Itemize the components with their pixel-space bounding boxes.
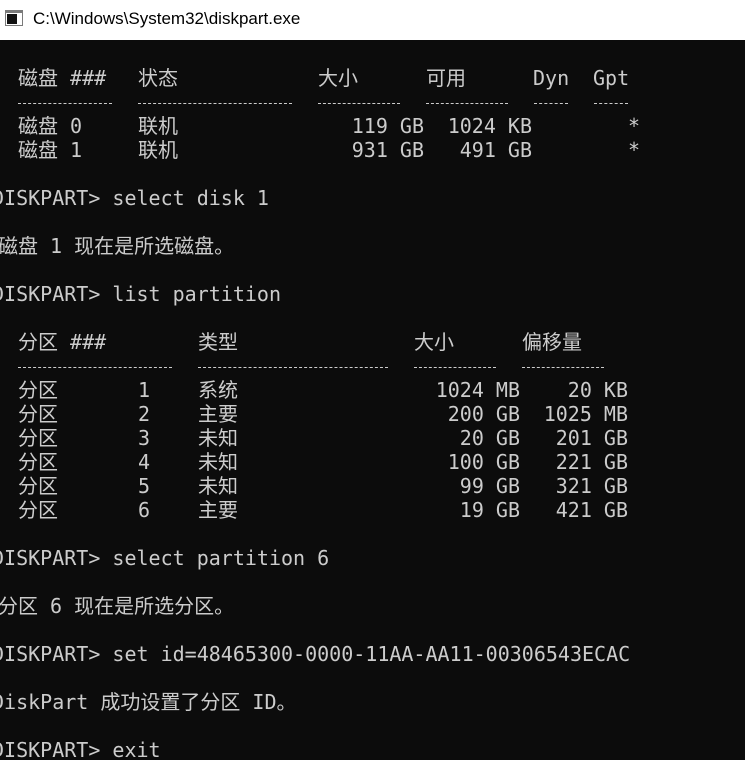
divider xyxy=(426,103,508,104)
diskpart-console-window: C:\Windows\System32\diskpart.exe 磁盘 ### … xyxy=(0,0,745,760)
message-disk-selected: 磁盘 1 现在是所选磁盘。 xyxy=(0,234,235,258)
divider xyxy=(594,103,628,104)
disk-free: 491 GB xyxy=(459,138,532,162)
disk-header-free: 可用 xyxy=(426,66,466,90)
partition-offset: 1025 MB xyxy=(543,402,628,426)
disk-table-divider xyxy=(0,88,745,112)
disk-gpt: * xyxy=(628,114,641,138)
partition-table-header: 分区 ### 类型 大小 偏移量 xyxy=(0,330,745,354)
disk-gpt: * xyxy=(628,138,641,162)
partition-label: 分区 xyxy=(18,498,58,522)
partition-offset: 201 GB xyxy=(555,426,628,450)
partition-label: 分区 xyxy=(18,426,58,450)
window-title: C:\Windows\System32\diskpart.exe xyxy=(33,9,301,28)
divider xyxy=(414,367,496,368)
partition-row: 分区 1 系统 1024 MB 20 KB xyxy=(0,378,745,402)
partition-size: 20 GB xyxy=(459,426,520,450)
partition-type: 未知 xyxy=(198,426,238,450)
partition-label: 分区 xyxy=(18,378,58,402)
partition-header-offset: 偏移量 xyxy=(522,330,582,354)
command-line-list-partition: DISKPART> list partition xyxy=(0,282,281,306)
divider xyxy=(138,103,292,104)
divider xyxy=(318,103,400,104)
disk-status: 联机 xyxy=(138,138,178,162)
partition-size: 19 GB xyxy=(459,498,520,522)
disk-header-name: 磁盘 ### xyxy=(18,66,107,90)
command-line-select-disk: DISKPART> select disk 1 xyxy=(0,186,269,210)
partition-type: 主要 xyxy=(198,498,238,522)
partition-type: 主要 xyxy=(198,402,238,426)
partition-table-divider xyxy=(0,352,745,376)
disk-free: 1024 KB xyxy=(447,114,532,138)
message-partition-selected: 分区 6 现在是所选分区。 xyxy=(0,594,235,618)
partition-row: 分区 4 未知 100 GB 221 GB xyxy=(0,450,745,474)
partition-size: 200 GB xyxy=(447,402,520,426)
divider xyxy=(18,103,112,104)
divider xyxy=(18,367,172,368)
partition-number: 1 xyxy=(138,378,151,402)
partition-number: 3 xyxy=(138,426,151,450)
partition-number: 6 xyxy=(138,498,151,522)
partition-type: 未知 xyxy=(198,450,238,474)
disk-size: 119 GB xyxy=(351,114,424,138)
disk-table-header: 磁盘 ### 状态 大小 可用 Dyn Gpt xyxy=(0,66,629,90)
partition-offset: 20 KB xyxy=(567,378,628,402)
console-output[interactable]: 磁盘 ### 状态 大小 可用 Dyn Gpt 磁盘 0 联机 119 GB 1… xyxy=(0,40,745,760)
disk-size: 931 GB xyxy=(351,138,424,162)
title-bar[interactable]: C:\Windows\System32\diskpart.exe xyxy=(0,0,745,40)
partition-offset: 421 GB xyxy=(555,498,628,522)
console-window-icon xyxy=(5,10,23,26)
partition-header-name: 分区 ### xyxy=(18,330,107,354)
partition-size: 1024 MB xyxy=(435,378,520,402)
partition-label: 分区 xyxy=(18,402,58,426)
partition-row: 分区 3 未知 20 GB 201 GB xyxy=(0,426,745,450)
partition-number: 4 xyxy=(138,450,151,474)
disk-row: 磁盘 1 联机 931 GB 491 GB * xyxy=(0,138,745,162)
partition-offset: 321 GB xyxy=(555,474,628,498)
disk-name: 磁盘 1 xyxy=(18,138,83,162)
disk-header-status: 状态 xyxy=(138,66,178,90)
partition-header-type: 类型 xyxy=(198,330,238,354)
disk-header-dyn: Dyn xyxy=(533,66,570,90)
command-line-exit: DISKPART> exit xyxy=(0,738,161,760)
partition-type: 未知 xyxy=(198,474,238,498)
command-line-select-partition: DISKPART> select partition 6 xyxy=(0,546,330,570)
divider xyxy=(534,103,568,104)
partition-size: 100 GB xyxy=(447,450,520,474)
partition-row: 分区 6 主要 19 GB 421 GB xyxy=(0,498,745,522)
command-line-set-id: DISKPART> set id=48465300-0000-11AA-AA11… xyxy=(0,642,631,666)
partition-type: 系统 xyxy=(198,378,238,402)
partition-offset: 221 GB xyxy=(555,450,628,474)
disk-header-size: 大小 xyxy=(318,66,358,90)
message-set-id-success: DiskPart 成功设置了分区 ID。 xyxy=(0,690,297,714)
partition-number: 2 xyxy=(138,402,151,426)
divider xyxy=(198,367,388,368)
divider xyxy=(522,367,604,368)
partition-number: 5 xyxy=(138,474,151,498)
partition-size: 99 GB xyxy=(459,474,520,498)
partition-label: 分区 xyxy=(18,450,58,474)
partition-label: 分区 xyxy=(18,474,58,498)
partition-row: 分区 2 主要 200 GB 1025 MB xyxy=(0,402,745,426)
disk-name: 磁盘 0 xyxy=(18,114,83,138)
disk-header-gpt: Gpt xyxy=(593,66,630,90)
partition-row: 分区 5 未知 99 GB 321 GB xyxy=(0,474,745,498)
partition-header-size: 大小 xyxy=(414,330,454,354)
disk-row: 磁盘 0 联机 119 GB 1024 KB * xyxy=(0,114,745,138)
disk-status: 联机 xyxy=(138,114,178,138)
